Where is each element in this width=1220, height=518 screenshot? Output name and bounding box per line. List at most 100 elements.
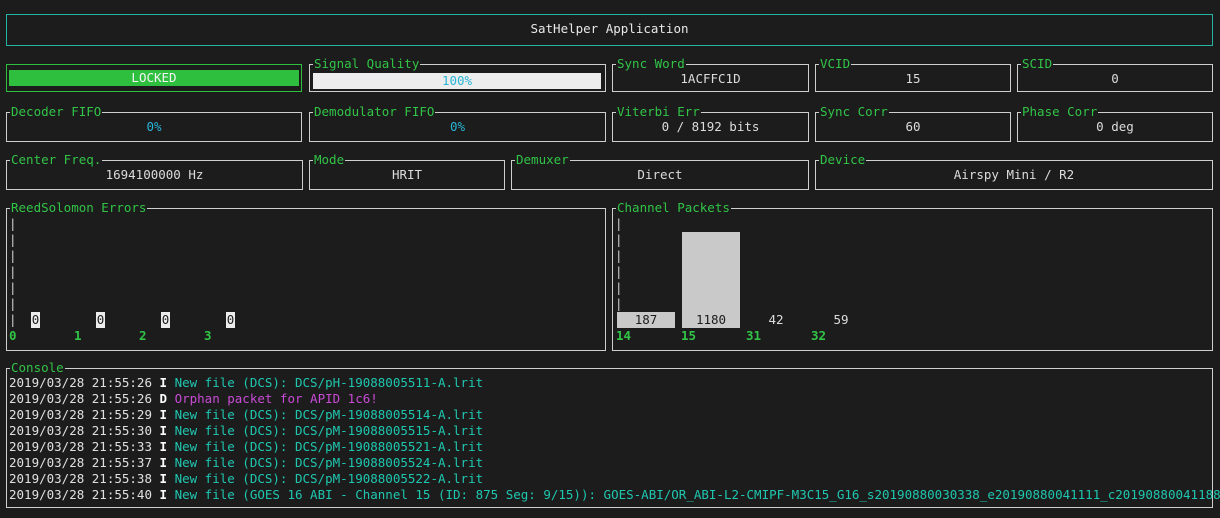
reed-solomon-axis-segment: |: [9, 296, 17, 311]
console-message: New file (DCS): DCS/pM-19088005514-A.lri…: [174, 407, 484, 422]
channel-packets-x-label: 31: [746, 328, 762, 343]
channel-packets-bar-value: 1180: [695, 312, 727, 327]
reed-solomon-x-label: 1: [74, 328, 82, 343]
mode-label: Mode: [313, 152, 346, 168]
mode-value: HRIT: [391, 167, 423, 182]
viterbi-err-label: Viterbi Err: [616, 104, 701, 120]
console-line: 2019/03/28 21:55:30 I New file (DCS): DC…: [9, 423, 483, 439]
console-message: New file (DCS): DCS/pM-19088005521-A.lri…: [174, 439, 484, 454]
reed-solomon-axis-segment: |: [9, 264, 17, 279]
console-message: New file (DCS): DCS/pH-19088005511-A.lri…: [174, 375, 484, 390]
center-freq-panel: Center Freq. 1694100000 Hz: [6, 152, 303, 190]
reed-solomon-axis-segment: |: [9, 232, 17, 247]
signal-quality-value: 100%: [441, 73, 473, 88]
channel-packets-chart-panel: Channel Packets |||||||18714118015423159…: [612, 200, 1213, 351]
channel-packets-x-label: 14: [616, 328, 632, 343]
scid-value: 0: [1111, 71, 1119, 86]
channel-packets-bar-value: 59: [833, 312, 849, 327]
console-line: 2019/03/28 21:55:33 I New file (DCS): DC…: [9, 439, 483, 455]
title-bar: SatHelper Application: [6, 14, 1213, 46]
reed-solomon-axis-segment: |: [9, 312, 17, 327]
channel-packets-axis-segment: |: [615, 296, 623, 311]
demodulator-fifo-panel: Demodulator FIFO 0%: [309, 104, 606, 142]
signal-quality-label: Signal Quality: [313, 56, 421, 72]
console-line: 2019/03/28 21:55:26 D Orphan packet for …: [9, 391, 378, 407]
device-panel: Device Airspy Mini / R2: [815, 152, 1213, 190]
console-level: I: [159, 375, 175, 390]
vcid-value: 15: [905, 71, 921, 86]
lock-status-panel: LOCKED: [6, 64, 302, 92]
channel-packets-axis-segment: |: [615, 280, 623, 295]
console-level: I: [159, 423, 175, 438]
lock-status-indicator: LOCKED: [9, 70, 299, 86]
reed-solomon-bar-value: 0: [226, 312, 235, 328]
console-level: I: [159, 439, 175, 454]
console-level: I: [159, 487, 175, 502]
channel-packets-label: Channel Packets: [616, 200, 731, 216]
reed-solomon-x-label: 3: [204, 328, 212, 343]
reed-solomon-bar-value: 0: [31, 312, 40, 328]
reed-solomon-axis-segment: |: [9, 280, 17, 295]
console-timestamp: 2019/03/28 21:55:40: [9, 487, 160, 502]
reed-solomon-label: ReedSolomon Errors: [10, 200, 148, 216]
center-freq-label: Center Freq.: [10, 152, 103, 168]
viterbi-err-value: 0 / 8192 bits: [661, 119, 760, 134]
decoder-fifo-panel: Decoder FIFO 0%: [6, 104, 302, 142]
mode-panel: Mode HRIT: [309, 152, 505, 190]
demodulator-fifo-value: 0%: [449, 119, 466, 134]
reed-solomon-chart-panel: ReedSolomon Errors | | | | | | | 0 0 0 1 0 2 0 3: [6, 200, 606, 351]
center-freq-value: 1694100000 Hz: [105, 167, 204, 182]
console-level: I: [159, 455, 175, 470]
device-label: Device: [819, 152, 867, 168]
console-message: Orphan packet for APID 1c6!: [174, 391, 378, 406]
console-panel[interactable]: Console 2019/03/28 21:55:26 I New file (…: [6, 360, 1220, 508]
channel-packets-x-label: 15: [681, 328, 697, 343]
phase-corr-label: Phase Corr: [1021, 104, 1099, 120]
console-timestamp: 2019/03/28 21:55:38: [9, 471, 160, 486]
sync-corr-value: 60: [905, 119, 921, 134]
decoder-fifo-label: Decoder FIFO: [10, 104, 103, 120]
sync-word-panel: Sync Word 1ACFFC1D: [612, 56, 809, 92]
reed-solomon-axis-segment: |: [9, 248, 17, 263]
console-line: 2019/03/28 21:55:37 I New file (DCS): DC…: [9, 455, 483, 471]
channel-packets-x-label: 32: [811, 328, 827, 343]
console-message: New file (DCS): DCS/pM-19088005522-A.lri…: [174, 471, 484, 486]
console-timestamp: 2019/03/28 21:55:29: [9, 407, 160, 422]
channel-packets-axis-segment: |: [615, 232, 623, 247]
vcid-panel: VCID 15: [815, 56, 1011, 92]
phase-corr-value: 0 deg: [1096, 119, 1134, 134]
sync-corr-label: Sync Corr: [819, 104, 889, 120]
scid-label: SCID: [1021, 56, 1054, 72]
console-timestamp: 2019/03/28 21:55:33: [9, 439, 160, 454]
console-timestamp: 2019/03/28 21:55:26: [9, 391, 160, 406]
console-line: 2019/03/28 21:55:40 I New file (GOES 16 …: [9, 487, 1220, 503]
decoder-fifo-value: 0%: [146, 119, 162, 134]
phase-corr-panel: Phase Corr 0 deg: [1017, 104, 1213, 142]
reed-solomon-bar-value: 0: [96, 312, 105, 328]
console-level: I: [159, 471, 175, 486]
device-value: Airspy Mini / R2: [953, 167, 1075, 182]
sync-word-value: 1ACFFC1D: [680, 71, 741, 86]
console-line: 2019/03/28 21:55:38 I New file (DCS): DC…: [9, 471, 483, 487]
channel-packets-bar-value: 187: [634, 312, 658, 327]
signal-quality-panel: Signal Quality 100%: [309, 56, 606, 92]
viterbi-err-panel: Viterbi Err 0 / 8192 bits: [612, 104, 809, 142]
demuxer-value: Direct: [637, 167, 683, 182]
console-timestamp: 2019/03/28 21:55:26: [9, 375, 160, 390]
channel-packets-axis-segment: |: [615, 216, 623, 231]
console-message: New file (GOES 16 ABI - Channel 15 (ID: …: [174, 487, 1220, 502]
reed-solomon-axis-segment: |: [9, 216, 17, 231]
console-line: 2019/03/28 21:55:26 I New file (DCS): DC…: [9, 375, 483, 391]
sync-word-label: Sync Word: [616, 56, 686, 72]
demuxer-panel: Demuxer Direct: [511, 152, 809, 190]
channel-packets-axis-segment: |: [615, 248, 623, 263]
scid-panel: SCID 0: [1017, 56, 1213, 92]
sync-corr-panel: Sync Corr 60: [815, 104, 1011, 142]
channel-packets-bar-value: 42: [768, 312, 784, 327]
demuxer-label: Demuxer: [515, 152, 570, 168]
console-message: New file (DCS): DCS/pM-19088005515-A.lri…: [174, 423, 484, 438]
signal-quality-bar: 100%: [313, 73, 601, 89]
console-timestamp: 2019/03/28 21:55:30: [9, 423, 160, 438]
console-label: Console: [10, 360, 65, 376]
console-level: I: [159, 407, 175, 422]
